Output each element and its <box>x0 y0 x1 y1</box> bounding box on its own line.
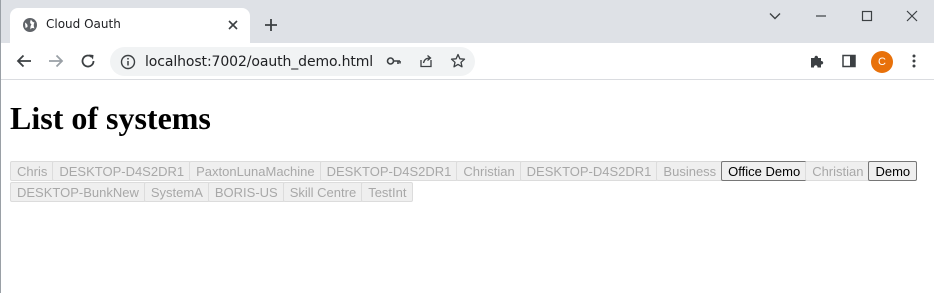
new-tab-icon[interactable] <box>263 17 279 33</box>
tab-strip: Cloud Oauth <box>1 0 934 43</box>
key-icon[interactable] <box>386 53 402 69</box>
close-tab-icon[interactable] <box>226 18 240 32</box>
close-window-icon[interactable] <box>904 8 920 24</box>
system-button: Business <box>656 161 724 181</box>
tab-search-chevron-icon[interactable] <box>767 8 783 24</box>
page-content: List of systems Chris DESKTOP-D4S2DR1 Paxt… <box>1 81 934 293</box>
minimize-icon[interactable] <box>813 8 829 24</box>
page-heading: List of systems <box>10 100 211 136</box>
bookmark-star-icon[interactable] <box>450 53 466 69</box>
site-info-icon[interactable] <box>120 54 136 70</box>
system-button[interactable]: Office Demo <box>721 161 808 181</box>
browser-toolbar: localhost:7002/oauth_demo.html C <box>1 43 934 80</box>
url-text[interactable]: localhost:7002/oauth_demo.html <box>145 54 373 70</box>
side-panel-icon[interactable] <box>841 53 857 69</box>
system-button: Chris <box>10 161 55 181</box>
system-button: Skill Centre <box>282 182 364 202</box>
back-arrow-icon[interactable] <box>15 52 33 70</box>
browser-tab[interactable]: Cloud Oauth <box>10 8 250 43</box>
globe-icon <box>23 18 37 32</box>
more-menu-icon[interactable] <box>906 53 922 69</box>
forward-arrow-icon[interactable] <box>47 52 65 70</box>
system-button: Christian <box>805 161 871 181</box>
maximize-icon[interactable] <box>859 8 875 24</box>
system-button: TestInt <box>361 182 414 202</box>
system-button: DESKTOP-BunkNew <box>10 182 146 202</box>
system-button: DESKTOP-D4S2DR1 <box>519 161 659 181</box>
system-button: DESKTOP-D4S2DR1 <box>319 161 459 181</box>
system-button: Christian <box>456 161 522 181</box>
system-button: PaxtonLunaMachine <box>189 161 322 181</box>
share-icon[interactable] <box>418 53 434 69</box>
system-button[interactable]: Demo <box>868 161 918 181</box>
extensions-puzzle-icon[interactable] <box>809 53 825 69</box>
systems-list: Chris DESKTOP-D4S2DR1 PaxtonLunaMachine DES… <box>10 161 930 203</box>
reload-icon[interactable] <box>79 52 97 70</box>
system-button: SystemA <box>143 182 210 202</box>
tab-title: Cloud Oauth <box>46 17 121 31</box>
address-bar[interactable]: localhost:7002/oauth_demo.html <box>110 47 475 76</box>
profile-avatar[interactable]: C <box>871 51 893 73</box>
system-button: DESKTOP-D4S2DR1 <box>52 161 192 181</box>
system-button: BORIS-US <box>207 182 285 202</box>
